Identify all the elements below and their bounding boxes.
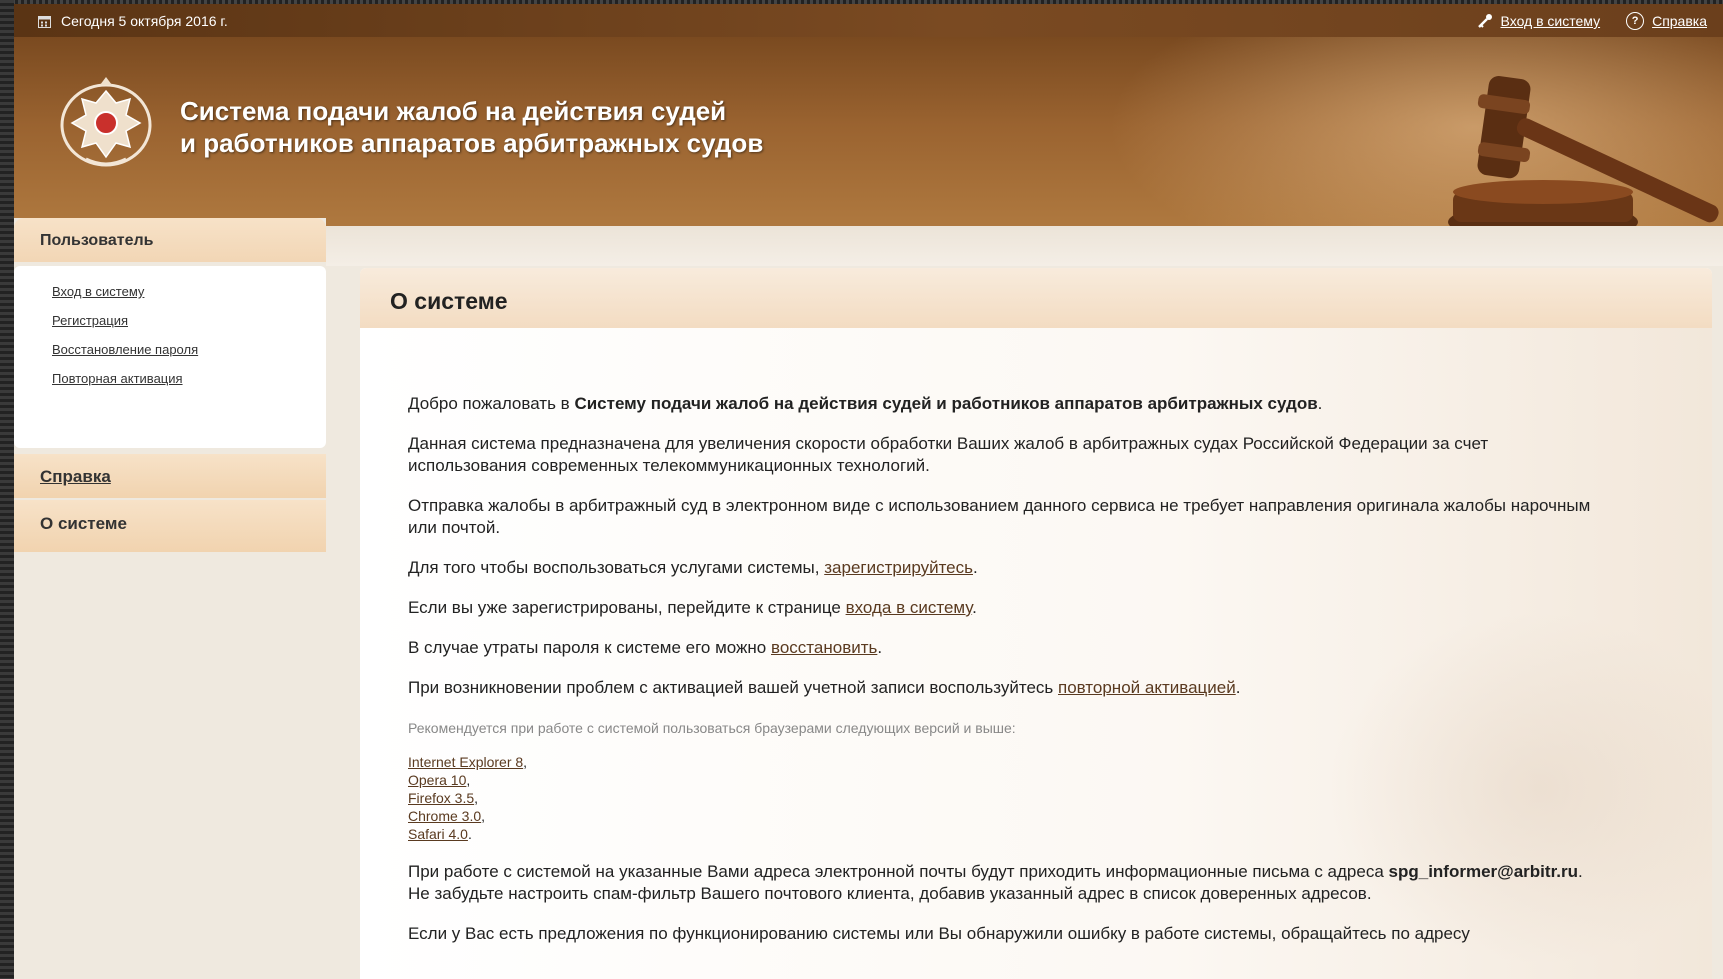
calendar-icon [38,15,51,28]
sidebar-item-about: О системе [14,500,326,552]
browser-item: Safari 4.0. [408,826,472,842]
window-frame-left [0,0,14,979]
system-title-line1: Система подачи жалоб на действия судей [180,96,727,126]
gavel-image [1448,75,1719,233]
reactivation-link[interactable]: повторной активацией [1058,678,1236,697]
email-paragraph: При работе с системой на указанные Вами … [408,861,1598,905]
content-text: Добро пожаловать в Систему подачи жалоб … [408,393,1598,963]
sidebar: Пользователь Вход в систему Регистрация … [14,218,326,979]
recover-link[interactable]: восстановить [771,638,877,657]
header-banner: Система подачи жалоб на действия судей и… [14,37,1723,233]
sidebar-item-register[interactable]: Регистрация [52,313,128,328]
reactivation-paragraph: При возникновении проблем с активацией в… [408,678,1241,697]
sidebar-item-help[interactable]: Справка [14,454,326,498]
system-title: Система подачи жалоб на действия судей и… [180,95,763,159]
date-text: Сегодня 5 октября 2016 г. [61,13,228,29]
browser-item: Firefox 3.5, [408,790,479,806]
browser-link-safari[interactable]: Safari 4.0 [408,826,468,842]
page-title: О системе [390,288,508,314]
recovery-text: В случае утраты пароля к системе его мож… [408,638,771,657]
login-page-link[interactable]: входа в систему [846,598,973,617]
coat-of-arms-logo [60,77,152,167]
content-card-body: Добро пожаловать в Систему подачи жалоб … [360,328,1712,979]
browser-link-opera[interactable]: Opera 10 [408,772,466,788]
sidebar-user-header: Пользователь [14,218,326,262]
reactivation-text: При возникновении проблем с активацией в… [408,678,1058,697]
top-links: Вход в систему ? Справка [1477,12,1707,30]
welcome-system-name: Систему подачи жалоб на действия судей и… [574,394,1318,413]
register-paragraph: Для того чтобы воспользоваться услугами … [408,558,978,577]
sidebar-help-label: Справка [40,467,111,486]
browser-list: Internet Explorer 8, Opera 10, Firefox 3… [408,753,1598,843]
register-text: Для того чтобы воспользоваться услугами … [408,558,825,577]
login-link[interactable]: Вход в систему [1501,13,1601,29]
system-title-line2: и работников аппаратов арбитражных судов [180,128,764,158]
electronic-paragraph: Отправка жалобы в арбитражный суд в элек… [408,496,1591,537]
key-icon [1477,14,1492,28]
browser-item: Chrome 3.0, [408,808,486,824]
sidebar-item-login[interactable]: Вход в систему [52,284,144,299]
content-card: О системе Добро пожаловать в Систему под… [360,268,1712,979]
purpose-paragraph: Данная система предназначена для увеличе… [408,434,1489,475]
browser-link-chrome[interactable]: Chrome 3.0 [408,808,481,824]
top-bar: Сегодня 5 октября 2016 г. Вход в систему… [14,4,1723,37]
browser-item: Internet Explorer 8, [408,754,528,770]
sidebar-user-title: Пользователь [40,232,154,249]
login-text: Если вы уже зарегистрированы, перейдите … [408,598,846,617]
help-link[interactable]: Справка [1652,13,1707,29]
date-display: Сегодня 5 октября 2016 г. [38,13,228,29]
help-icon: ? [1626,12,1645,30]
welcome-paragraph: Добро пожаловать в Систему подачи жалоб … [408,393,1598,415]
page: Сегодня 5 октября 2016 г. Вход в систему… [14,4,1723,979]
sidebar-item-password-recovery[interactable]: Восстановление пароля [52,342,198,357]
browser-link-firefox[interactable]: Firefox 3.5 [408,790,474,806]
main-top-strip [326,226,1723,266]
recovery-paragraph: В случае утраты пароля к системе его мож… [408,638,883,657]
browsers-note: Рекомендуется при работе с системой поль… [408,720,1016,736]
login-paragraph: Если вы уже зарегистрированы, перейдите … [408,598,977,617]
feedback-paragraph: Если у Вас есть предложения по функциони… [408,924,1470,943]
sidebar-item-reactivation[interactable]: Повторная активация [52,371,183,386]
browser-item: Opera 10, [408,772,471,788]
content-card-header: О системе [360,268,1712,328]
browser-link-ie[interactable]: Internet Explorer 8 [408,754,523,770]
welcome-prefix: Добро пожаловать в [408,394,575,413]
email-prefix: При работе с системой на указанные Вами … [408,862,1389,881]
informer-email: spg_informer@arbitr.ru [1388,862,1578,881]
register-link[interactable]: зарегистрируйтесь [824,558,973,577]
welcome-suffix: . [1317,394,1323,413]
sidebar-about-label: О системе [40,514,127,533]
sidebar-user-menu: Вход в систему Регистрация Восстановлени… [14,266,326,448]
